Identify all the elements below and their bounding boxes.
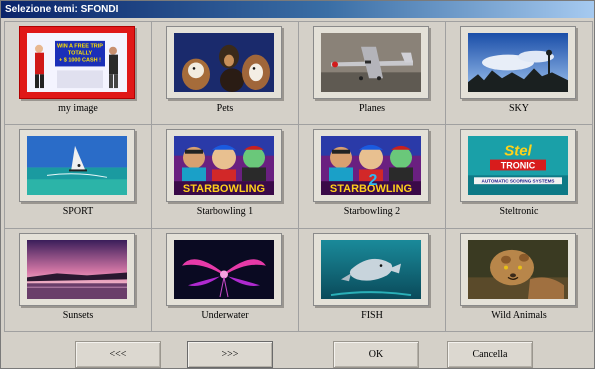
previous-page-button[interactable]: <<< xyxy=(75,341,161,368)
theme-label: my image xyxy=(58,103,98,114)
poster-line-2: TOTALLY xyxy=(68,51,93,57)
starbowling-1-thumbnail: STARBOWLING xyxy=(174,136,274,196)
theme-my-image[interactable]: WIN A FREE TRIP TOTALLY + $ 1000 CASH ! xyxy=(5,22,152,126)
steltronic-logo-top: Stel xyxy=(504,144,532,160)
planes-thumbnail xyxy=(321,33,421,92)
thumbnail-frame xyxy=(19,129,135,203)
theme-sport[interactable]: SPORT xyxy=(5,125,152,229)
thumbnail-frame xyxy=(166,232,282,306)
theme-wild-animals[interactable]: Wild Animals xyxy=(446,228,593,332)
theme-label: Planes xyxy=(358,103,386,114)
theme-grid: WIN A FREE TRIP TOTALLY + $ 1000 CASH ! xyxy=(4,21,593,332)
cancel-button[interactable]: Cancella xyxy=(447,341,533,368)
starbowling-logo: STARBOWLING xyxy=(183,183,265,195)
theme-label: Wild Animals xyxy=(491,309,547,321)
theme-fish[interactable]: FISH xyxy=(299,228,446,332)
selected-frame: WIN A FREE TRIP TOTALLY + $ 1000 CASH ! xyxy=(19,26,135,99)
next-page-button[interactable]: >>> xyxy=(187,341,273,368)
thumbnail-frame xyxy=(313,232,429,306)
thumbnail-frame: STARBOWLING 2 xyxy=(313,129,429,203)
theme-label: FISH xyxy=(361,309,383,321)
thumbnail-frame xyxy=(460,26,576,99)
steltronic-thumbnail: Stel TRONIC AUTOMATIC SCORING SYSTEMS xyxy=(468,136,568,196)
theme-starbowling-2[interactable]: STARBOWLING 2 Starbowling 2 xyxy=(299,125,446,229)
theme-label: Pets xyxy=(216,103,234,114)
theme-label: Starbowling 2 xyxy=(343,206,401,218)
my-image-thumbnail: WIN A FREE TRIP TOTALLY + $ 1000 CASH ! xyxy=(27,33,127,92)
theme-label: Underwater xyxy=(201,309,249,321)
theme-pets[interactable]: Pets xyxy=(152,22,299,126)
thumbnail-frame: STARBOWLING xyxy=(166,129,282,203)
theme-label: Steltronic xyxy=(499,206,539,218)
theme-label: SPORT xyxy=(62,206,94,218)
theme-label: SKY xyxy=(508,103,529,114)
theme-sunsets[interactable]: Sunsets xyxy=(5,228,152,332)
underwater-thumbnail xyxy=(174,239,274,299)
poster-line-3: + $ 1000 CASH ! xyxy=(59,58,101,64)
theme-label: Sunsets xyxy=(62,309,94,321)
starbowling-number: 2 xyxy=(369,173,378,190)
starbowling-2-thumbnail: STARBOWLING 2 xyxy=(321,136,421,196)
wild-animals-thumbnail xyxy=(468,239,568,299)
steltronic-logo-bottom: TRONIC xyxy=(501,161,536,171)
thumbnail-frame xyxy=(19,232,135,306)
theme-steltronic[interactable]: Stel TRONIC AUTOMATIC SCORING SYSTEMS St… xyxy=(446,125,593,229)
sport-thumbnail xyxy=(27,136,127,196)
poster-line-1: WIN A FREE TRIP xyxy=(57,44,103,50)
window-title: Selezione temi: SFONDI xyxy=(1,1,594,18)
ok-button[interactable]: OK xyxy=(333,341,419,368)
theme-sky[interactable]: SKY xyxy=(446,22,593,126)
theme-underwater[interactable]: Underwater xyxy=(152,228,299,332)
pets-thumbnail xyxy=(174,33,274,92)
sunsets-thumbnail xyxy=(27,239,127,299)
theme-starbowling-1[interactable]: STARBOWLING Starbowling 1 xyxy=(152,125,299,229)
theme-selection-window: Selezione temi: SFONDI WIN A FREE TRIP T… xyxy=(0,0,595,369)
thumbnail-frame xyxy=(313,26,429,99)
theme-planes[interactable]: Planes xyxy=(299,22,446,126)
theme-label: Starbowling 1 xyxy=(196,206,254,218)
thumbnail-frame: Stel TRONIC AUTOMATIC SCORING SYSTEMS xyxy=(460,129,576,203)
thumbnail-frame xyxy=(166,26,282,99)
fish-thumbnail xyxy=(321,239,421,299)
steltronic-tagline: AUTOMATIC SCORING SYSTEMS xyxy=(482,179,555,184)
thumbnail-frame xyxy=(460,232,576,306)
sky-thumbnail xyxy=(468,33,568,92)
